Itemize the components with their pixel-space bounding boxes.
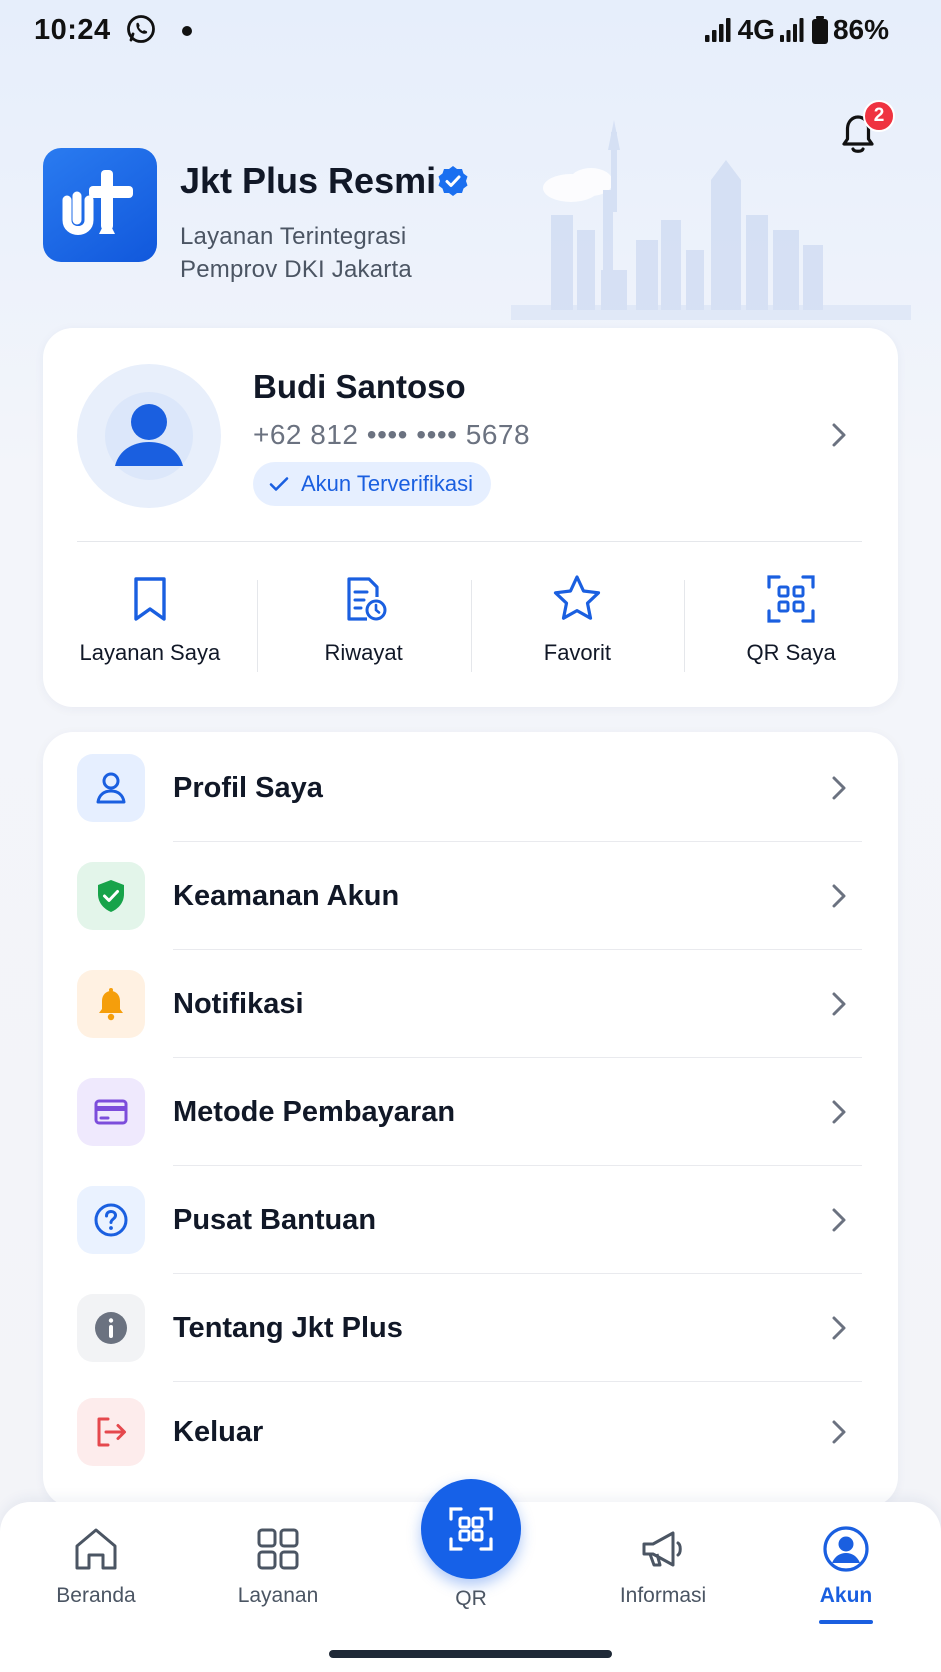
user-circle-icon [823, 1526, 869, 1572]
check-icon [269, 477, 289, 491]
quick-action-label: Layanan Saya [79, 640, 221, 665]
help-circle-icon [94, 1203, 128, 1237]
chevron-right-icon [832, 1100, 846, 1124]
user-phone: +62 812 •••• •••• 5678 [253, 419, 531, 450]
bookmark-icon [134, 577, 166, 621]
chevron-right-icon [832, 1316, 846, 1340]
bell-icon [99, 988, 123, 1021]
signal-icon [704, 18, 731, 42]
shield-check-icon [98, 880, 124, 912]
signal-icon-2 [779, 18, 804, 42]
settings-menu: Profil Saya Keamanan Akun Notifikasi Met… [43, 732, 898, 1507]
qr-scan-icon [767, 575, 815, 623]
megaphone-icon [642, 1531, 682, 1567]
quick-action-favorit[interactable]: Favorit [470, 542, 685, 707]
status-dot-icon [182, 26, 192, 36]
app-subtitle: Layanan Terintegrasi Pemprov DKI Jakarta [180, 220, 412, 286]
menu-item-label: Notifikasi [173, 988, 304, 1020]
verified-status-label: Akun Terverifikasi [301, 471, 473, 496]
quick-action-label: Riwayat [324, 640, 403, 665]
battery-level: 86% [832, 14, 889, 45]
menu-item-label: Pusat Bantuan [173, 1204, 377, 1236]
battery-icon [811, 16, 828, 44]
quick-action-riwayat[interactable]: Riwayat [256, 542, 471, 707]
notification-badge: 2 [863, 100, 895, 132]
chevron-right-icon [832, 884, 846, 908]
nav-label: Informasi [619, 1584, 707, 1607]
chevron-right-icon [832, 992, 846, 1016]
menu-item-tentang-jkt-plus[interactable]: Tentang Jkt Plus [43, 1274, 898, 1382]
qr-scan-icon [449, 1507, 493, 1551]
app-title: Jkt Plus Resmi [180, 160, 437, 201]
menu-icon-box [77, 1186, 145, 1254]
app-subtitle-line1: Layanan Terintegrasi [180, 223, 407, 250]
info-icon [95, 1312, 127, 1344]
menu-item-keamanan-akun[interactable]: Keamanan Akun [43, 842, 898, 950]
menu-item-notifikasi[interactable]: Notifikasi [43, 950, 898, 1058]
menu-item-label: Keluar [173, 1416, 264, 1448]
history-document-icon [347, 577, 387, 621]
menu-icon-box [77, 1078, 145, 1146]
chevron-right-icon [832, 1420, 846, 1444]
grid-icon [257, 1528, 299, 1570]
avatar-person-icon [105, 392, 193, 480]
star-icon [554, 575, 601, 620]
verified-status-badge: Akun Terverifikasi [253, 462, 491, 506]
nav-item-layanan[interactable]: Layanan [203, 1522, 353, 1608]
avatar [77, 364, 221, 508]
chevron-right-icon [832, 1208, 846, 1232]
profile-card[interactable]: Budi Santoso +62 812 •••• •••• 5678 Akun… [43, 328, 898, 707]
nav-label: Layanan [237, 1584, 319, 1607]
menu-item-label: Profil Saya [173, 772, 323, 804]
logout-icon [97, 1417, 126, 1447]
menu-item-label: Metode Pembayaran [173, 1096, 456, 1128]
quick-actions: Layanan Saya Riwayat Favorit QR Saya [43, 542, 898, 707]
chevron-right-icon [832, 776, 846, 800]
quick-action-layanan-saya[interactable]: Layanan Saya [43, 542, 257, 707]
active-tab-indicator [819, 1620, 873, 1624]
menu-item-keluar[interactable]: Keluar [43, 1378, 898, 1486]
home-indicator[interactable] [329, 1650, 612, 1658]
menu-item-metode-pembayaran[interactable]: Metode Pembayaran [43, 1058, 898, 1166]
app-subtitle-line2: Pemprov DKI Jakarta [180, 256, 412, 283]
chevron-right-icon[interactable] [828, 420, 852, 450]
menu-icon-box [77, 1294, 145, 1362]
quick-action-label: Favorit [543, 640, 611, 665]
nav-label-qr[interactable]: QR [421, 1587, 521, 1611]
menu-item-label: Tentang Jkt Plus [173, 1312, 403, 1344]
verified-icon [438, 166, 468, 196]
menu-item-pusat-bantuan[interactable]: Pusat Bantuan [43, 1166, 898, 1274]
status-right: 4G 86% [704, 14, 889, 46]
app-logo-mark [62, 170, 133, 235]
status-bar: 10:24 4G 86% [0, 0, 941, 62]
nav-item-beranda[interactable]: Beranda [21, 1522, 171, 1608]
quick-action-qr-saya[interactable]: QR Saya [684, 542, 898, 707]
menu-item-label: Keamanan Akun [173, 880, 400, 912]
menu-icon-box [77, 970, 145, 1038]
status-time: 10:24 [34, 14, 111, 46]
network-type: 4G [737, 14, 775, 45]
whatsapp-icon [127, 15, 155, 43]
home-icon [75, 1528, 117, 1570]
menu-item-profil-saya[interactable]: Profil Saya [43, 734, 898, 842]
user-name: Budi Santoso [253, 368, 466, 405]
nav-item-akun[interactable]: Akun [771, 1522, 921, 1608]
nav-item-informasi[interactable]: Informasi [588, 1522, 738, 1608]
nav-label: Akun [819, 1584, 873, 1607]
nav-label: Beranda [56, 1584, 136, 1607]
qr-scan-button[interactable] [421, 1479, 521, 1579]
menu-icon-box [77, 1398, 145, 1466]
quick-action-label: QR Saya [746, 640, 836, 665]
user-icon [96, 772, 126, 804]
menu-icon-box [77, 754, 145, 822]
menu-icon-box [77, 862, 145, 930]
app-logo [43, 148, 157, 262]
credit-card-icon [94, 1099, 128, 1125]
